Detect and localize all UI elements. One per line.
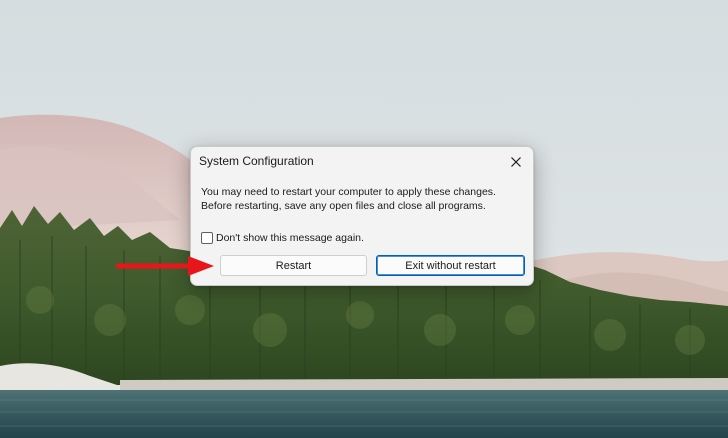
dont-show-again-option[interactable]: Don't show this message again. [201, 230, 364, 246]
dialog-title-bar[interactable]: System Configuration [191, 147, 533, 177]
arrow-right-icon [116, 256, 214, 276]
exit-without-restart-button[interactable]: Exit without restart [376, 255, 525, 276]
close-icon [511, 157, 521, 167]
dialog-message: You may need to restart your computer to… [201, 185, 521, 213]
message-line-1: You may need to restart your computer to… [201, 186, 496, 198]
close-button[interactable] [503, 150, 529, 174]
dont-show-again-label[interactable]: Don't show this message again. [216, 232, 364, 244]
restart-button[interactable]: Restart [220, 255, 367, 276]
system-configuration-dialog: System Configuration You may need to res… [190, 146, 534, 286]
dont-show-again-checkbox[interactable] [201, 232, 213, 244]
dialog-title: System Configuration [199, 154, 314, 168]
message-line-2: Before restarting, save any open files a… [201, 200, 486, 212]
